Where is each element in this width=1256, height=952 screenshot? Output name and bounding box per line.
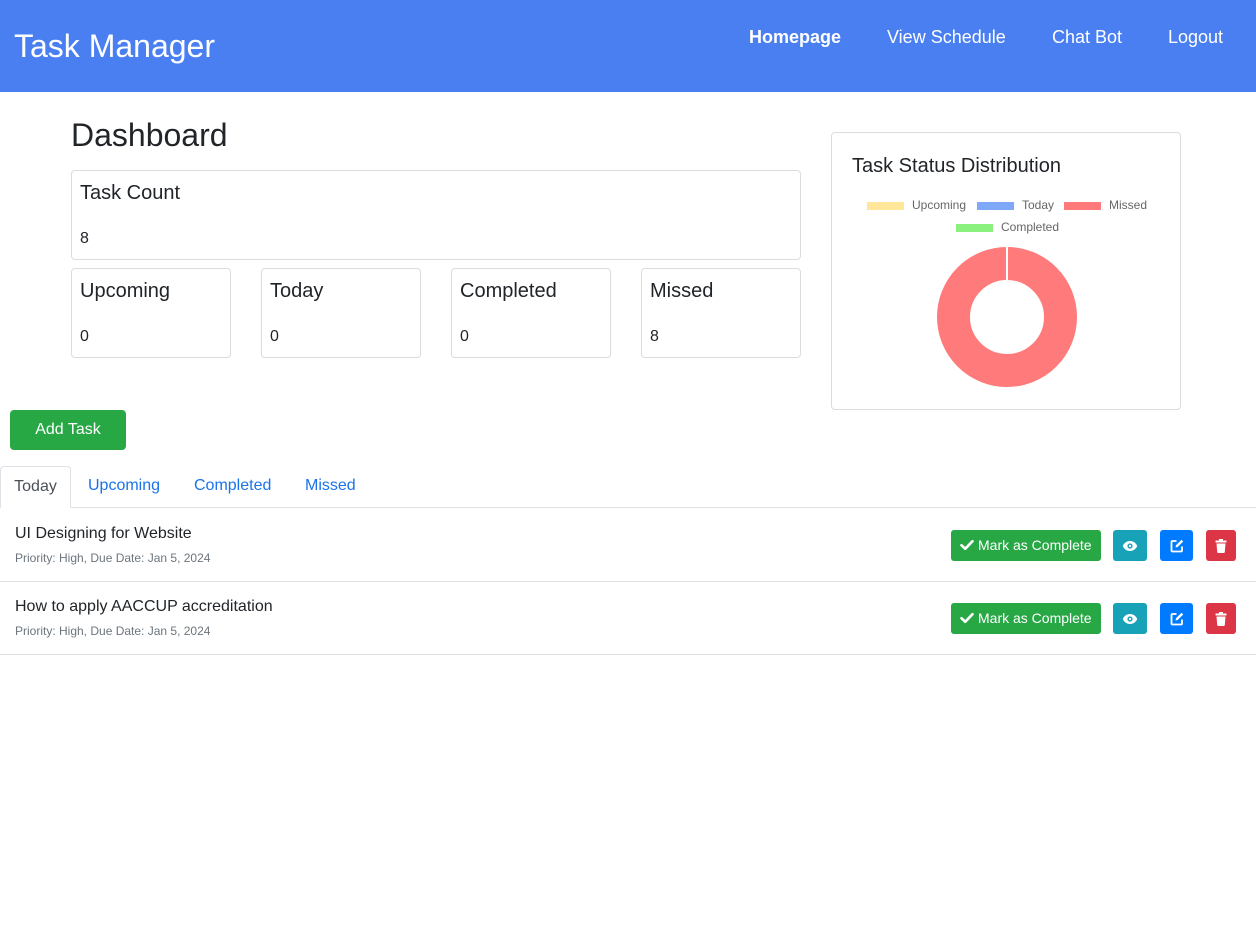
tab-completed[interactable]: Completed [194, 466, 271, 508]
check-icon [960, 612, 974, 624]
nav-chat-bot[interactable]: Chat Bot [1052, 26, 1122, 48]
stat-card-completed: Completed 0 [451, 268, 611, 358]
stat-label: Missed [650, 280, 714, 302]
eye-icon [1122, 540, 1138, 551]
stat-label: Completed [460, 280, 557, 302]
stat-value: 0 [270, 328, 279, 345]
task-count-card: Task Count 8 [71, 170, 801, 260]
eye-icon [1122, 613, 1138, 624]
edit-button[interactable] [1160, 530, 1193, 561]
task-title: How to apply AACCUP accreditation [15, 598, 273, 615]
task-row: How to apply AACCUP accreditation Priori… [0, 582, 1256, 655]
tab-today[interactable]: Today [0, 466, 71, 508]
nav-homepage[interactable]: Homepage [749, 26, 841, 48]
task-row: UI Designing for Website Priority: High,… [0, 509, 1256, 582]
trash-icon [1215, 611, 1227, 626]
task-meta: Priority: High, Due Date: Jan 5, 2024 [15, 551, 211, 565]
tabs-divider [0, 507, 1256, 508]
mark-complete-button[interactable]: Mark as Complete [951, 603, 1101, 634]
page-title: Dashboard [71, 117, 228, 153]
task-count-value: 8 [80, 230, 89, 247]
mark-complete-button[interactable]: Mark as Complete [951, 530, 1101, 561]
chart-card: Task Status Distribution Upcoming Today … [831, 132, 1181, 410]
task-count-label: Task Count [80, 182, 181, 204]
nav-logout[interactable]: Logout [1168, 26, 1223, 48]
edit-icon [1170, 539, 1183, 552]
task-title: UI Designing for Website [15, 525, 192, 542]
view-button[interactable] [1113, 603, 1147, 634]
stat-card-missed: Missed 8 [641, 268, 801, 358]
add-task-button[interactable]: Add Task [10, 410, 126, 450]
brand-title[interactable]: Task Manager [14, 26, 215, 66]
delete-button[interactable] [1206, 603, 1236, 634]
tab-missed[interactable]: Missed [305, 466, 356, 508]
view-button[interactable] [1113, 530, 1147, 561]
check-icon [960, 539, 974, 551]
nav-view-schedule[interactable]: View Schedule [887, 26, 1006, 48]
edit-button[interactable] [1160, 603, 1193, 634]
trash-icon [1215, 538, 1227, 553]
stat-value: 0 [460, 328, 469, 345]
tab-upcoming[interactable]: Upcoming [88, 466, 160, 508]
mark-complete-label: Mark as Complete [978, 610, 1092, 626]
stat-value: 8 [650, 328, 659, 345]
stat-label: Today [270, 280, 324, 302]
donut-chart [937, 246, 1077, 387]
mark-complete-label: Mark as Complete [978, 537, 1092, 553]
stat-value: 0 [80, 328, 89, 345]
edit-icon [1170, 612, 1183, 625]
stat-card-upcoming: Upcoming 0 [71, 268, 231, 358]
delete-button[interactable] [1206, 530, 1236, 561]
stat-label: Upcoming [80, 280, 171, 302]
task-meta: Priority: High, Due Date: Jan 5, 2024 [15, 624, 211, 638]
stat-card-today: Today 0 [261, 268, 421, 358]
navbar: Task Manager Homepage View Schedule Chat… [0, 0, 1256, 92]
